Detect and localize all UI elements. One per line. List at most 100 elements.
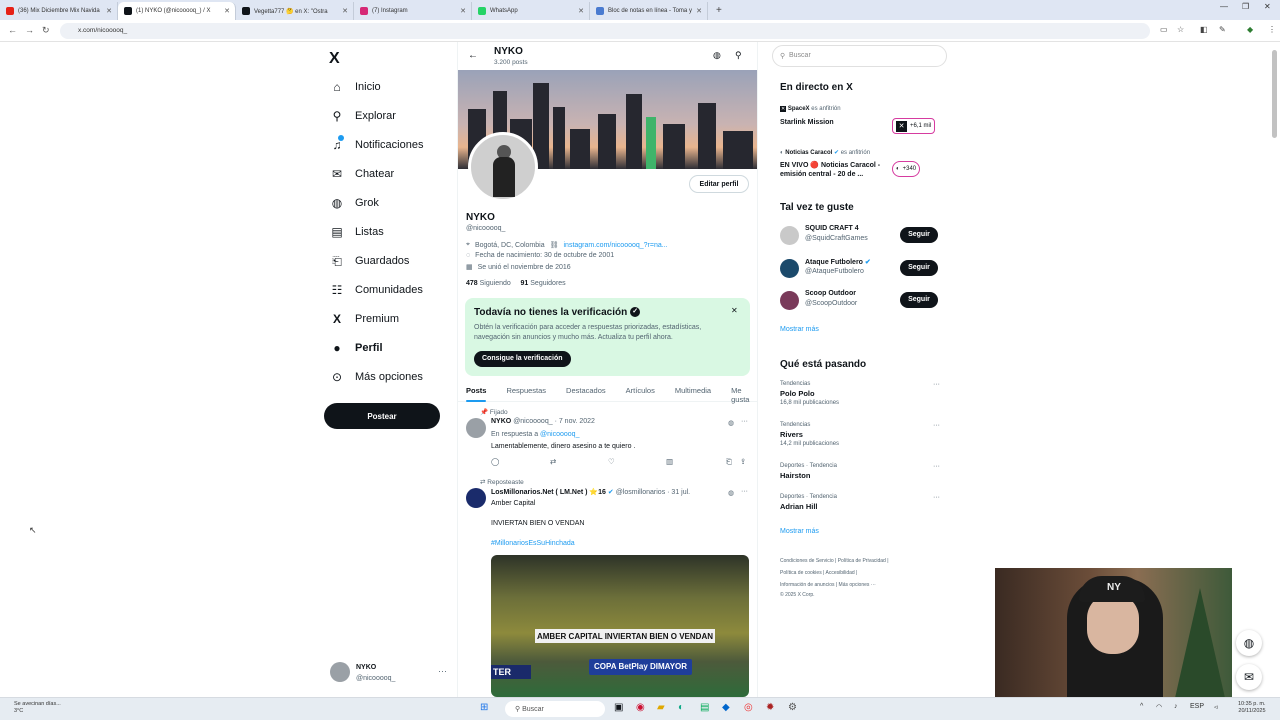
nav-explore[interactable]: ⚲ Explorar — [330, 105, 396, 127]
share-icon[interactable]: ⇪ — [740, 457, 746, 466]
app-icon[interactable]: ✹ — [766, 702, 774, 713]
tweet-image[interactable]: AMBER CAPITAL INVIERTAN BIEN O VENDAN CO… — [491, 555, 749, 697]
repost-icon[interactable]: ⇄ — [550, 457, 556, 466]
tab-highlights[interactable]: Destacados — [566, 380, 606, 401]
chrome-icon[interactable]: ◎ — [744, 702, 753, 713]
trend-item[interactable]: Deportes · Tendencia Hairston ··· — [780, 463, 940, 480]
space-title[interactable]: Starlink Mission — [780, 118, 895, 127]
more-dots-icon[interactable]: ··· — [933, 381, 940, 388]
nav-lists[interactable]: ▤ Listas — [330, 221, 383, 243]
nav-premium[interactable]: X Premium — [330, 308, 399, 330]
store-icon[interactable]: ▤ — [700, 702, 709, 713]
browser-tab-x-profile[interactable]: (1) NYKO (@nicooooq_) / X ✕ — [118, 2, 236, 20]
cast-icon[interactable]: ▭ — [1160, 25, 1168, 34]
close-tab-icon[interactable]: ✕ — [696, 7, 702, 15]
close-tab-icon[interactable]: ✕ — [460, 7, 466, 15]
space-listeners[interactable]: ◐ +340 — [892, 161, 921, 177]
mic-icon[interactable]: ♪ — [1174, 703, 1178, 710]
close-icon[interactable]: ✕ — [731, 306, 738, 315]
sidebar-icon[interactable]: ◧ — [1200, 25, 1208, 34]
avatar[interactable] — [466, 488, 486, 508]
star-icon[interactable]: ☆ — [1177, 25, 1184, 34]
grok-icon[interactable]: ◍ — [713, 50, 721, 61]
profile-link[interactable]: instagram.com/nicooooq_?r=na... — [564, 242, 668, 249]
space-listeners[interactable]: ✕ +6,1 mil — [892, 118, 936, 134]
tab-media[interactable]: Multimedia — [675, 380, 711, 401]
views-icon[interactable]: ▥ — [666, 457, 673, 466]
browser-tab-youtube[interactable]: (36) Mix Diciembre Mix Navida ✕ — [0, 2, 118, 20]
search-icon[interactable]: ⚲ — [735, 50, 742, 61]
clock[interactable]: 10:35 p. m. 20/11/2025 — [1238, 701, 1266, 715]
tab-replies[interactable]: Respuestas — [506, 380, 546, 401]
tab-likes[interactable]: Me gusta — [731, 380, 749, 404]
footer-links[interactable]: Información de anuncios | Más opciones ·… — [780, 582, 876, 588]
language-indicator[interactable]: ESP — [1190, 703, 1204, 710]
nav-notifications[interactable]: ♫ Notificaciones — [330, 134, 423, 156]
nav-communities[interactable]: ☷ Comunidades — [330, 279, 423, 301]
browser-tab-whatsapp[interactable]: WhatsApp ✕ — [472, 2, 590, 20]
tab-articles[interactable]: Artículos — [626, 380, 655, 401]
show-more-link[interactable]: Mostrar más — [780, 326, 819, 333]
hashtag-link[interactable]: #MillonariosEsSuHinchada — [491, 539, 575, 549]
menu-dots-icon[interactable]: ⋮ — [1268, 25, 1276, 34]
like-icon[interactable]: ♡ — [608, 457, 615, 466]
new-tab-button[interactable]: + — [708, 2, 730, 20]
back-arrow-icon[interactable]: ← — [468, 50, 478, 61]
space-title[interactable]: EN VIVO 🔴 Noticias Caracol - emisión cen… — [780, 161, 895, 179]
bookmark-icon[interactable]: ⎗ — [726, 457, 732, 467]
forward-arrow-icon[interactable]: → — [25, 25, 34, 35]
app-icon[interactable]: ◉ — [636, 702, 645, 713]
reply-icon[interactable]: ◯ — [491, 457, 499, 466]
edge-icon[interactable]: ◐ — [678, 702, 684, 713]
close-window-icon[interactable]: ✕ — [1264, 2, 1271, 11]
more-dots-icon[interactable]: ··· — [933, 463, 940, 470]
app-icon[interactable]: ◆ — [722, 702, 730, 713]
messages-float-icon[interactable]: ✉ — [1236, 664, 1262, 690]
x-logo-icon[interactable]: X — [329, 50, 340, 68]
show-more-link[interactable]: Mostrar más — [780, 528, 819, 535]
task-view-icon[interactable]: ▣ — [614, 702, 623, 713]
scrollbar[interactable] — [1272, 50, 1277, 138]
nav-grok[interactable]: ◍ Grok — [330, 192, 379, 214]
trend-item[interactable]: Tendencias Polo Polo 16,8 mil publicacione… — [780, 381, 940, 406]
more-dots-icon[interactable]: ··· — [741, 488, 748, 495]
maximize-icon[interactable]: ❐ — [1242, 2, 1249, 11]
profile-avatar[interactable] — [468, 132, 538, 202]
tray-chevron-icon[interactable]: ^ — [1140, 703, 1143, 710]
speaker-icon[interactable]: ◃ — [1214, 703, 1218, 711]
pinned-tweet[interactable]: 📌 Fijado NYKO @nicooooq_ · 7 nov. 2022 ◍… — [458, 406, 757, 478]
nav-profile[interactable]: ● Perfil — [330, 337, 382, 359]
windows-start-icon[interactable]: ⊞ — [480, 702, 488, 713]
grok-icon[interactable]: ◍ — [728, 489, 734, 497]
nav-more-options[interactable]: ⊙ Más opciones — [330, 366, 423, 388]
follow-button[interactable]: Seguir — [900, 292, 938, 308]
more-dots-icon[interactable]: ··· — [741, 418, 748, 425]
more-dots-icon[interactable]: ··· — [438, 666, 447, 676]
footer-links[interactable]: Condiciones de Servicio | Política de Pr… — [780, 558, 889, 564]
weather-widget[interactable]: Se avecinan días... 3°C — [14, 701, 61, 715]
reply-to-link[interactable]: @nicooooq_ — [540, 431, 579, 438]
suggestion-item[interactable]: SQUID CRAFT 4 @SquidCraftGames Seguir — [780, 224, 940, 248]
suggestion-item[interactable]: Ataque Futbolero ✔ @AtaqueFutbolero Seguir — [780, 257, 940, 281]
reload-icon[interactable]: ↻ — [42, 25, 50, 36]
nav-bookmarks[interactable]: ⎗ Guardados — [330, 250, 409, 272]
close-tab-icon[interactable]: ✕ — [578, 7, 584, 15]
more-dots-icon[interactable]: ··· — [933, 494, 940, 501]
close-tab-icon[interactable]: ✕ — [106, 7, 112, 15]
back-arrow-icon[interactable]: ← — [8, 25, 17, 35]
url-field[interactable]: x.com/nicooooq_ — [60, 23, 1150, 39]
minimize-icon[interactable]: — — [1220, 2, 1228, 11]
trend-item[interactable]: Tendencias Rivers 14,2 mil publicaciones ··… — [780, 422, 940, 447]
close-tab-icon[interactable]: ✕ — [224, 7, 230, 15]
extension-icon[interactable]: ◆ — [1247, 25, 1253, 34]
get-verified-button[interactable]: Consigue la verificación — [474, 351, 571, 367]
follow-button[interactable]: Seguir — [900, 227, 938, 243]
suggestion-item[interactable]: Scoop Outdoor @ScoopOutdoor Seguir — [780, 289, 940, 313]
post-button[interactable]: Postear — [324, 403, 440, 429]
grok-float-icon[interactable]: ◍ — [1236, 630, 1262, 656]
more-dots-icon[interactable]: ··· — [933, 422, 940, 429]
edit-icon[interactable]: ✎ — [1219, 25, 1226, 34]
nav-home[interactable]: ⌂ Inicio — [330, 76, 380, 98]
trend-item[interactable]: Deportes · Tendencia Adrian Hill ··· — [780, 494, 940, 511]
settings-icon[interactable]: ⚙ — [788, 702, 797, 713]
